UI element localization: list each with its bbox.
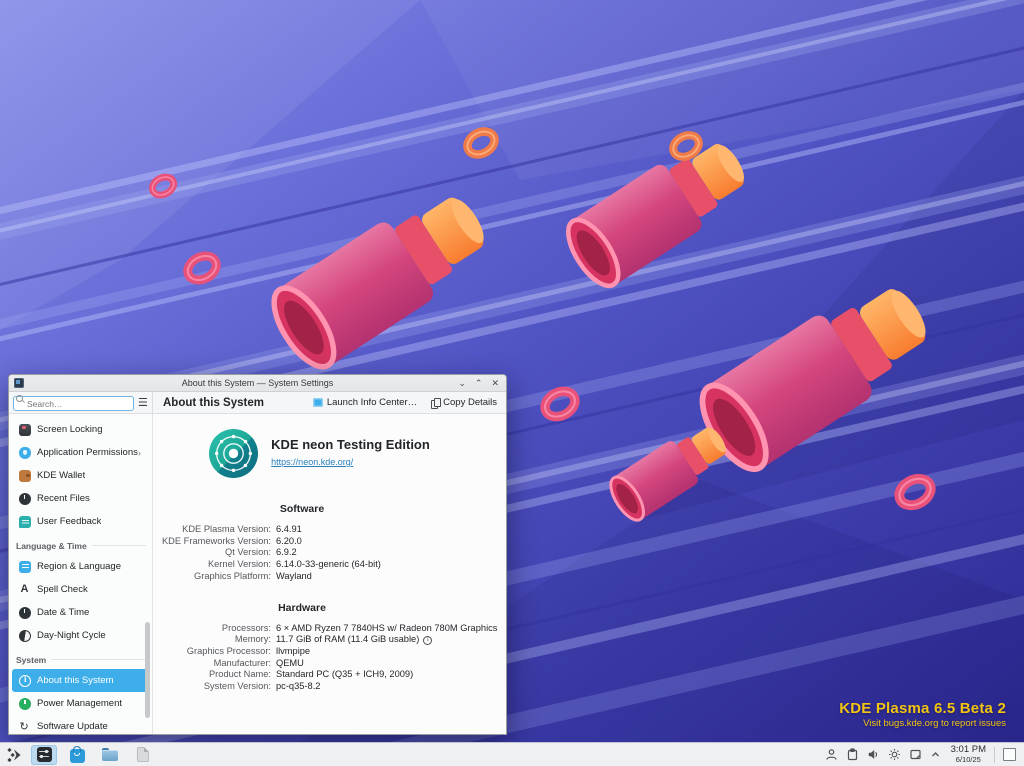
info-row: Graphics Processor:llvmpipe (153, 646, 506, 658)
sidebar-section-system: System (9, 647, 152, 669)
clock-time: 3:01 PM (951, 745, 986, 755)
plasma-beta-watermark: KDE Plasma 6.5 Beta 2 Visit bugs.kde.org… (839, 700, 1006, 729)
sidebar-item-user-feedback[interactable]: User Feedback (12, 510, 149, 533)
info-row: Manufacturer:QEMU (153, 658, 506, 670)
sidebar-scrollbar[interactable] (145, 622, 150, 718)
clock-date: 6/10/25 (951, 756, 986, 764)
sidebar-header: ☰ (9, 392, 153, 413)
document-icon (137, 747, 149, 762)
screen-locking-icon (19, 424, 31, 436)
info-row: KDE Frameworks Version:6.20.0 (153, 536, 506, 548)
power-icon (19, 698, 31, 710)
search-input[interactable] (13, 396, 134, 411)
memory-info-icon[interactable] (423, 636, 432, 645)
wallet-icon (19, 470, 31, 482)
sidebar-item-region-language[interactable]: Region & Language (12, 555, 149, 578)
window-title: About this System — System Settings (9, 378, 506, 388)
launch-info-center-button[interactable]: Launch Info Center… (313, 397, 417, 408)
info-row: Qt Version:6.9.2 (153, 547, 506, 559)
sidebar-item-power-management[interactable]: Power Management (12, 692, 149, 715)
taskbar-task-system-settings[interactable] (31, 745, 57, 765)
info-center-icon (313, 398, 323, 407)
spell-check-icon (19, 584, 31, 596)
hardware-info-table: Processors:6 × AMD Ryzen 7 7840HS w/ Rad… (153, 623, 506, 693)
info-row: System Version:pc-q35-8.2 (153, 681, 506, 693)
sidebar-item-date-time[interactable]: Date & Time (12, 601, 149, 624)
window-toolbar: ☰ About this System Launch Info Center… … (9, 392, 506, 414)
beta-report-label: Visit bugs.kde.org to report issues (839, 718, 1006, 729)
clock-icon (19, 493, 31, 505)
tray-expander-chevron-icon[interactable] (930, 749, 941, 760)
system-settings-icon (37, 747, 52, 762)
sidebar-item-spell-check[interactable]: Spell Check (12, 578, 149, 601)
sidebar-item-screen-locking[interactable]: Screen Locking (12, 418, 149, 441)
info-circle-icon (19, 675, 31, 687)
beta-version-label: KDE Plasma 6.5 Beta 2 (839, 700, 1006, 717)
sidebar-item-kde-wallet[interactable]: KDE Wallet (12, 464, 149, 487)
day-night-icon (19, 630, 31, 642)
copy-icon (431, 398, 439, 408)
hardware-section-title: Hardware (153, 602, 451, 614)
sidebar-item-software-update[interactable]: Software Update (12, 715, 149, 734)
volume-tray-icon[interactable] (867, 748, 880, 761)
sidebar-item-recent-files[interactable]: Recent Files (12, 487, 149, 510)
info-row: KDE Plasma Version:6.4.91 (153, 524, 506, 536)
taskbar-divider (994, 747, 995, 763)
date-time-icon (19, 607, 31, 619)
show-desktop-button[interactable] (1003, 748, 1016, 761)
shield-icon (19, 447, 31, 459)
system-settings-window: About this System — System Settings ⌄ ⌃ … (8, 374, 507, 735)
distro-name: KDE neon Testing Edition (271, 437, 430, 452)
window-titlebar[interactable]: About this System — System Settings ⌄ ⌃ … (9, 375, 506, 392)
info-row: Graphics Platform:Wayland (153, 571, 506, 583)
sidebar-item-about-this-system[interactable]: About this System (12, 669, 149, 692)
minimize-icon[interactable]: ⌄ (458, 378, 466, 388)
taskbar: 3:01 PM 6/10/25 (0, 742, 1024, 766)
region-language-icon (19, 561, 31, 573)
settings-sidebar: Screen Locking Application Permissions ›… (9, 414, 153, 734)
chevron-right-icon: › (138, 448, 141, 458)
taskbar-task-document[interactable] (130, 745, 156, 765)
hamburger-menu-icon[interactable]: ☰ (138, 398, 148, 408)
software-info-table: KDE Plasma Version:6.4.91 KDE Frameworks… (153, 524, 506, 583)
info-row: Memory: 11.7 GiB of RAM (11.4 GiB usable… (153, 634, 506, 646)
about-content: KDE neon Testing Edition https://neon.kd… (153, 414, 506, 734)
application-launcher-icon[interactable] (6, 746, 24, 764)
copy-details-button[interactable]: Copy Details (431, 397, 497, 408)
info-row: Kernel Version:6.14.0-33-generic (64-bit… (153, 559, 506, 571)
maximize-icon[interactable]: ⌃ (475, 378, 483, 388)
brightness-tray-icon[interactable] (888, 748, 901, 761)
sidebar-section-language-time: Language & Time (9, 533, 152, 555)
page-title: About this System (153, 397, 264, 409)
user-tray-icon[interactable] (825, 748, 838, 761)
info-row: Product Name:Standard PC (Q35 + ICH9, 20… (153, 669, 506, 681)
sidebar-item-day-night-cycle[interactable]: Day-Night Cycle (12, 624, 149, 647)
notifications-tray-icon[interactable] (909, 748, 922, 761)
software-section-title: Software (153, 503, 451, 515)
taskbar-task-file-manager[interactable] (97, 745, 123, 765)
desktop: KDE Plasma 6.5 Beta 2 Visit bugs.kde.org… (0, 0, 1024, 766)
discover-icon (70, 749, 85, 763)
sidebar-item-application-permissions[interactable]: Application Permissions › (12, 441, 149, 464)
feedback-bubble-icon (19, 516, 31, 528)
digital-clock[interactable]: 3:01 PM 6/10/25 (951, 745, 986, 764)
kde-neon-logo (209, 429, 258, 478)
distro-url-link[interactable]: https://neon.kde.org/ (271, 457, 353, 467)
folder-icon (102, 748, 118, 761)
taskbar-task-discover[interactable] (64, 745, 90, 765)
clipboard-tray-icon[interactable] (846, 748, 859, 761)
close-icon[interactable]: ✕ (491, 378, 499, 388)
update-arrows-icon (19, 721, 31, 733)
info-row: Processors:6 × AMD Ryzen 7 7840HS w/ Rad… (153, 623, 506, 635)
